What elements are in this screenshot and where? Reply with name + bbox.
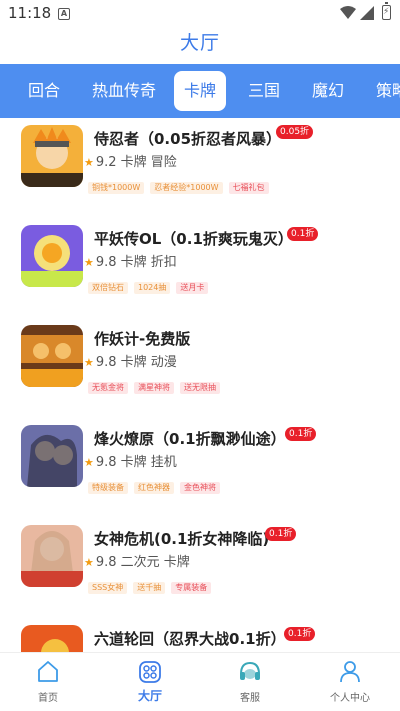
game-score: 9.8 [95, 555, 117, 570]
game-thumbnail [21, 225, 83, 287]
discount-badge: 0.1折 [287, 227, 319, 241]
game-categories: 二次元 卡牌 [120, 555, 190, 570]
game-name: 平妖传OL（0.1折爽玩鬼灭） [94, 230, 293, 248]
page-header: 大厅 [0, 28, 400, 64]
game-score: 9.8 [95, 455, 117, 470]
game-tags: 特级装备 红色神器 金色神将 [88, 475, 226, 494]
nav-service[interactable]: 客服 [210, 659, 290, 704]
star-icon: ★ [84, 156, 94, 169]
star-icon: ★ [84, 556, 94, 569]
headset-icon [240, 661, 260, 680]
game-tag: 忍者经验*1000W [150, 182, 223, 194]
discount-badge: 0.05折 [276, 125, 314, 139]
game-name: 女神危机(0.1折女神降临) [94, 530, 270, 548]
game-thumbnail [21, 625, 83, 652]
game-thumbnail [21, 525, 83, 587]
game-score: 9.8 [95, 355, 117, 370]
game-item[interactable]: 平妖传OL（0.1折爽玩鬼灭） 0.1折 ★ 9.8 卡牌 折扣 双倍钻石 1024抽… [0, 218, 400, 318]
game-thumbnail [21, 325, 83, 387]
game-tag: 七福礼包 [228, 182, 269, 194]
nav-service-label: 客服 [240, 693, 260, 704]
star-icon: ★ [84, 256, 94, 269]
game-item[interactable]: 侍忍者（0.05折忍者风暴） 0.05折 ★ 9.2 卡牌 冒险 铜钱*1000W 忍… [0, 118, 400, 218]
nav-hall-label: 大厅 [137, 689, 162, 703]
discount-badge: 0.1折 [284, 627, 316, 641]
game-meta: ★ 9.2 卡牌 冒险 [84, 151, 177, 170]
game-tag: 送月卡 [176, 282, 209, 294]
signal-icon [360, 6, 374, 20]
game-meta: ★ 9.8 卡牌 动漫 [84, 351, 177, 370]
category-tabs: 回合 热血传奇 卡牌 三国 魔幻 策略 [0, 64, 400, 118]
game-name: 侍忍者（0.05折忍者风暴） [94, 130, 282, 148]
nav-profile[interactable]: 个人中心 [310, 659, 390, 704]
game-categories: 卡牌 挂机 [120, 455, 177, 470]
home-icon [38, 661, 58, 682]
game-tag: 双倍钻石 [88, 282, 128, 294]
tab-huihe[interactable]: 回合 [28, 64, 60, 118]
game-score: 9.2 [95, 155, 117, 170]
star-icon: ★ [84, 456, 94, 469]
game-meta: ★ 9.8 卡牌 折扣 [84, 251, 177, 270]
game-tag: SSS女神 [88, 582, 128, 594]
game-item[interactable]: 作妖计-免费版 ★ 9.8 卡牌 动漫 无氪金将 满星神将 送无限抽 [0, 318, 400, 418]
game-tag: 金色神将 [180, 482, 220, 494]
game-tags: 双倍钻石 1024抽 送月卡 [88, 275, 214, 294]
game-tag: 送无限抽 [180, 382, 220, 394]
nav-home[interactable]: 首页 [8, 659, 88, 704]
status-time: 11:18 [8, 4, 52, 22]
game-tag: 无氪金将 [88, 382, 128, 394]
game-item[interactable]: 烽火燎原（0.1折飘渺仙途） 0.1折 ★ 9.8 卡牌 挂机 特级装备 红色神器 金色… [0, 418, 400, 518]
game-meta: ★ 9.8 卡牌 挂机 [84, 451, 177, 470]
game-tag: 送千抽 [133, 582, 166, 594]
tab-rexue-chuanqi[interactable]: 热血传奇 [92, 64, 156, 118]
game-categories: 卡牌 动漫 [120, 355, 177, 370]
game-thumbnail [21, 425, 83, 487]
discount-badge: 0.1折 [265, 527, 297, 541]
game-tags: SSS女神 送千抽 专属装备 [88, 575, 217, 594]
nav-profile-label: 个人中心 [330, 693, 370, 704]
tab-kapai[interactable]: 卡牌 [174, 71, 226, 111]
game-tag: 红色神器 [134, 482, 174, 494]
game-tag: 满星神将 [134, 382, 174, 394]
nav-hall[interactable]: 大厅 [110, 659, 190, 704]
game-tags: 铜钱*1000W 忍者经验*1000W 七福礼包 [88, 175, 275, 194]
nav-home-label: 首页 [38, 693, 58, 704]
user-icon [340, 661, 360, 683]
hall-icon [139, 661, 161, 683]
game-item[interactable]: 女神危机(0.1折女神降临) 0.1折 ★ 9.8 二次元 卡牌 SSS女神 送千抽专… [0, 518, 400, 618]
game-meta: ★ 9.8 二次元 卡牌 [84, 551, 190, 570]
notification-icon: A [58, 8, 70, 20]
battery-icon: ⚡ [382, 2, 391, 20]
game-score: 9.8 [95, 255, 117, 270]
discount-badge: 0.1折 [285, 427, 317, 441]
game-name: 烽火燎原（0.1折飘渺仙途） [94, 430, 286, 448]
wifi-icon [340, 6, 356, 19]
tab-sanguo[interactable]: 三国 [248, 64, 280, 118]
page-title: 大厅 [179, 32, 220, 54]
game-categories: 卡牌 冒险 [120, 155, 177, 170]
game-tag: 特级装备 [88, 482, 128, 494]
game-tag: 铜钱*1000W [88, 182, 145, 194]
bottom-navigation: 首页 大厅 客服 个人中心 [0, 652, 400, 711]
game-tag: 1024抽 [134, 282, 171, 294]
tab-celue[interactable]: 策略 [376, 64, 400, 118]
game-item[interactable]: 六道轮回（忍界大战0.1折） 0.1折 [0, 618, 400, 652]
game-tag: 专属装备 [171, 582, 212, 594]
game-categories: 卡牌 折扣 [120, 255, 177, 270]
status-bar: 11:18 A ⚡ [0, 0, 400, 28]
tab-mohuan[interactable]: 魔幻 [312, 64, 344, 118]
game-thumbnail [21, 125, 83, 187]
game-name: 六道轮回（忍界大战0.1折） [94, 630, 286, 648]
game-list: 侍忍者（0.05折忍者风暴） 0.05折 ★ 9.2 卡牌 冒险 铜钱*1000W 忍… [0, 118, 400, 652]
game-name: 作妖计-免费版 [94, 330, 191, 348]
star-icon: ★ [84, 356, 94, 369]
game-tags: 无氪金将 满星神将 送无限抽 [88, 375, 226, 394]
